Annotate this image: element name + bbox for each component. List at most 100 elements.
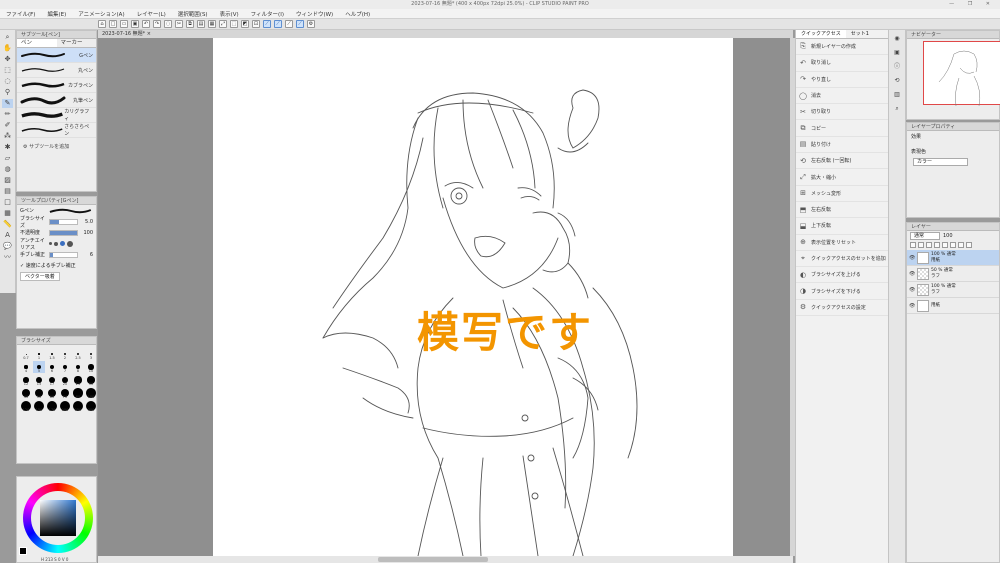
layer-row[interactable]: 👁 100 % 通常 用紙	[907, 250, 999, 266]
zoom-icon[interactable]: ⌕	[2, 33, 13, 42]
brush-item[interactable]: Gペン	[17, 48, 96, 63]
brush-item[interactable]: さらさらペン	[17, 123, 96, 138]
fill-icon[interactable]: ▨	[2, 176, 13, 185]
home-icon[interactable]: ⌂	[98, 20, 106, 28]
main-color-swatch[interactable]	[19, 547, 27, 555]
clip-icon[interactable]	[934, 242, 940, 248]
eyedropper-icon[interactable]: ⚲	[2, 88, 13, 97]
brush-item[interactable]: カブラペン	[17, 78, 96, 93]
brush-size-cell[interactable]: 0.7	[20, 348, 32, 360]
command-item[interactable]: ⬒ 左右反転	[796, 202, 888, 219]
clear-icon[interactable]: ◌	[164, 20, 172, 28]
hue-ring[interactable]	[23, 483, 93, 553]
material-icon[interactable]: ▥	[892, 90, 903, 99]
command-item[interactable]: ⌖ クイックアクセスのセットを追加	[796, 251, 888, 268]
history-icon[interactable]: ⟲	[892, 76, 903, 85]
figure-icon[interactable]: □	[2, 198, 13, 207]
brush-size-cell[interactable]: 60	[46, 387, 58, 399]
saturation-value-square[interactable]	[40, 500, 76, 536]
subtool-tab-pen[interactable]: ペン	[17, 39, 57, 47]
brush-size-cell[interactable]: 40	[20, 387, 32, 399]
command-item[interactable]: ↶ 取り消し	[796, 55, 888, 72]
selection-icon[interactable]: ⬚	[2, 66, 13, 75]
maximize-icon[interactable]: ❐	[968, 1, 978, 7]
layer-row[interactable]: 👁 100 % 通常 ラフ	[907, 282, 999, 298]
brush-size-cell[interactable]: 2.5	[72, 348, 84, 360]
canvas-tab[interactable]: 2023-07-16 無題* ×	[98, 30, 793, 38]
pencil-icon[interactable]: ✏	[2, 110, 13, 119]
balloon-icon[interactable]: 💬	[2, 242, 13, 251]
open-icon[interactable]: ▭	[120, 20, 128, 28]
new-file-icon[interactable]: □	[109, 20, 117, 28]
command-item[interactable]: ◐ ブラシサイズを上げる	[796, 267, 888, 284]
command-item[interactable]: ⬓ 上下反転	[796, 218, 888, 235]
command-item[interactable]: ⤢ 拡大・縮小	[796, 169, 888, 186]
eye-icon[interactable]: 👁	[909, 287, 915, 293]
minimize-icon[interactable]: —	[949, 1, 960, 7]
command-item[interactable]: ⧉ コピー	[796, 120, 888, 137]
subtool-tab-marker[interactable]: マーカー	[57, 39, 97, 47]
brush-size-cell[interactable]: 120	[20, 400, 32, 412]
layer-row[interactable]: 👁 用紙	[907, 298, 999, 314]
delete-layer-icon[interactable]	[966, 242, 972, 248]
command-item[interactable]: ↷ やり直し	[796, 72, 888, 88]
horizontal-scrollbar[interactable]	[98, 556, 793, 563]
sub-view-icon[interactable]: ▣	[892, 48, 903, 57]
brush-item[interactable]: 丸ペン	[17, 63, 96, 78]
brush-size-cell[interactable]: 150	[33, 400, 45, 412]
antialias-none[interactable]	[49, 242, 52, 245]
gradient-icon[interactable]: ▤	[2, 187, 13, 196]
menu-view[interactable]: 表示(V)	[220, 10, 239, 18]
menu-help[interactable]: ヘルプ(H)	[345, 10, 370, 18]
layer-search-icon[interactable]: ⌕	[892, 104, 903, 113]
text-icon[interactable]: A	[2, 231, 13, 240]
navigator-icon[interactable]: ◉	[892, 34, 903, 43]
command-item[interactable]: ✂ 切り取り	[796, 104, 888, 121]
vector-snap-button[interactable]: ベクター吸着	[20, 272, 60, 281]
antialias-medium[interactable]	[60, 241, 65, 246]
pen-icon[interactable]: ✎	[2, 99, 13, 108]
ruler-icon[interactable]: 📏	[2, 220, 13, 229]
undo-icon[interactable]: ↶	[142, 20, 150, 28]
cut-icon[interactable]: ✂	[175, 20, 183, 28]
brush-size-cell[interactable]: 80	[72, 387, 84, 399]
command-item[interactable]: ◯ 消去	[796, 88, 888, 105]
brush-size-cell[interactable]: 4	[20, 361, 32, 373]
new-vector-layer-icon[interactable]	[918, 242, 924, 248]
antialias-weak[interactable]	[54, 241, 58, 246]
brush-size-cell[interactable]: 3	[85, 348, 97, 360]
command-item[interactable]: ⚙ クイックアクセスの設定	[796, 300, 888, 317]
paste-icon[interactable]: ▤	[197, 20, 205, 28]
airbrush-icon[interactable]: ⁂	[2, 132, 13, 141]
line-correction-icon[interactable]: 〰	[2, 253, 13, 262]
brush-size-cell[interactable]: 200	[59, 400, 71, 412]
layer-row[interactable]: 👁 50 % 通常 ラフ	[907, 266, 999, 282]
brush-size-cell[interactable]: 10	[85, 361, 97, 373]
menu-filter[interactable]: フィルター(I)	[251, 10, 284, 18]
snap-grid-icon[interactable]: ⟋	[285, 20, 293, 28]
speed-stabilization-checkbox[interactable]: ✓ 速度による手ブレ補正	[17, 260, 96, 271]
command-item[interactable]: ◑ ブラシサイズを下げる	[796, 283, 888, 300]
command-item[interactable]: ▤ 貼り付け	[796, 137, 888, 154]
menu-file[interactable]: ファイル(F)	[6, 10, 35, 18]
transform-icon[interactable]: ⤢	[219, 20, 227, 28]
close-icon[interactable]: ✕	[986, 1, 996, 7]
brush-size-cell[interactable]: 15	[33, 374, 45, 386]
menu-edit[interactable]: 編集(E)	[47, 10, 66, 18]
copy-icon[interactable]: ⧉	[186, 20, 194, 28]
blend-icon[interactable]: ◍	[2, 165, 13, 174]
brush-size-slider[interactable]	[49, 218, 78, 225]
deselect-icon[interactable]: ⬚	[230, 20, 238, 28]
brush-size-cell[interactable]: 70	[59, 387, 71, 399]
brush-size-cell[interactable]: 250	[72, 400, 84, 412]
command-item[interactable]: ⊕ 表示位置をリセット	[796, 235, 888, 251]
clear-outside-icon[interactable]: ⊡	[252, 20, 260, 28]
brush-size-cell[interactable]: 5	[33, 361, 45, 373]
decoration-icon[interactable]: ✱	[2, 143, 13, 152]
brush-size-cell[interactable]: 12	[20, 374, 32, 386]
brush-size-cell[interactable]: 1	[33, 348, 45, 360]
property-row-brush-size[interactable]: ブラシサイズ 5.0	[17, 216, 96, 229]
snap-ruler-icon[interactable]: ⟋	[263, 20, 271, 28]
mask-icon[interactable]	[958, 242, 964, 248]
brush-size-cell[interactable]: 6	[46, 361, 58, 373]
